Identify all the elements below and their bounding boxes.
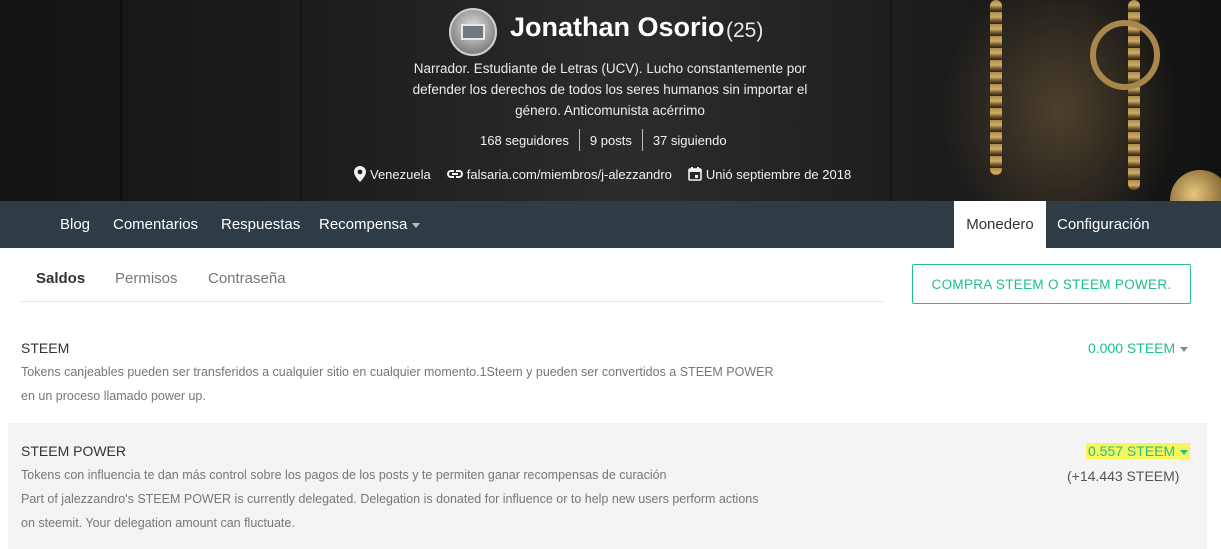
tab-balances[interactable]: Saldos	[36, 270, 85, 287]
nav-rewards-label: Recompensa	[319, 216, 408, 233]
tab-permissions[interactable]: Permisos	[115, 270, 178, 287]
main-nav: Blog Comentarios Respuestas Recompensa M…	[0, 201, 1221, 248]
profile-meta: Venezuela falsaria.com/miembros/j-alezza…	[354, 164, 867, 184]
tab-password[interactable]: Contraseña	[208, 270, 286, 287]
steem-power-description: Tokens con influencia te dan más control…	[21, 468, 667, 482]
link-icon	[446, 170, 463, 178]
profile-header: Jonathan Osorio (25) Narrador. Estudiant…	[0, 0, 1221, 201]
reputation-score: (25)	[726, 19, 764, 42]
profile-name: Jonathan Osorio	[510, 12, 725, 42]
nav-replies[interactable]: Respuestas	[221, 201, 300, 248]
background-door-plank	[120, 0, 122, 201]
steem-power-title: STEEM POWER	[21, 443, 127, 459]
followers-count[interactable]: 168 seguidores	[470, 133, 579, 148]
steem-amount-value: 0.000 STEEM	[1088, 340, 1176, 356]
background-ring	[1090, 20, 1160, 90]
background-door-plank	[300, 0, 302, 201]
calendar-icon	[688, 167, 702, 181]
posts-count: 9 posts	[589, 132, 632, 148]
nav-blog[interactable]: Blog	[60, 201, 90, 248]
profile-bio: Narrador. Estudiante de Letras (UCV). Lu…	[412, 61, 808, 118]
location-pin-icon	[354, 166, 366, 182]
chevron-down-icon	[412, 222, 421, 228]
website-link[interactable]: falsaria.com/miembros/j-alezzandro	[467, 167, 672, 182]
steem-title: STEEM	[21, 340, 70, 356]
buy-steem-button[interactable]: COMPRA STEEM O STEEM POWER.	[912, 264, 1191, 304]
steem-description: Tokens canjeables pueden ser transferido…	[21, 365, 774, 403]
nav-rewards[interactable]: Recompensa	[319, 201, 421, 248]
steem-power-delegated: (+14.443 STEEM)	[1067, 468, 1180, 484]
location-text: Venezuela	[370, 166, 431, 182]
nav-settings[interactable]: Configuración	[1057, 201, 1150, 248]
background-knob	[1170, 170, 1221, 201]
website: falsaria.com/miembros/j-alezzandro	[446, 167, 672, 182]
location: Venezuela	[354, 166, 431, 182]
steem-power-delegation-note: Part of jalezzandro's STEEM POWER is cur…	[21, 492, 759, 530]
caret-down-icon	[1180, 346, 1189, 352]
joined-date: Unió septiembre de 2018	[705, 166, 852, 182]
steem-amount[interactable]: 0.000 STEEM	[1088, 340, 1189, 356]
steem-power-amount[interactable]: 0.557 STEEM	[1086, 443, 1191, 459]
wallet-tabs: Saldos Permisos Contraseña	[20, 262, 884, 302]
nav-comments[interactable]: Comentarios	[113, 201, 198, 248]
nav-wallet[interactable]: Monedero	[954, 201, 1046, 248]
profile-stats: 168 seguidores 9 posts 37 siguiendo	[470, 129, 737, 151]
background-chain	[990, 0, 1002, 175]
joined: Unió septiembre de 2018	[688, 167, 851, 182]
caret-down-icon	[1180, 449, 1189, 455]
avatar[interactable]	[449, 8, 497, 56]
background-door-plank	[890, 0, 892, 201]
steem-power-amount-value: 0.557 STEEM	[1088, 443, 1176, 459]
following-count[interactable]: 37 siguiendo	[643, 133, 737, 148]
